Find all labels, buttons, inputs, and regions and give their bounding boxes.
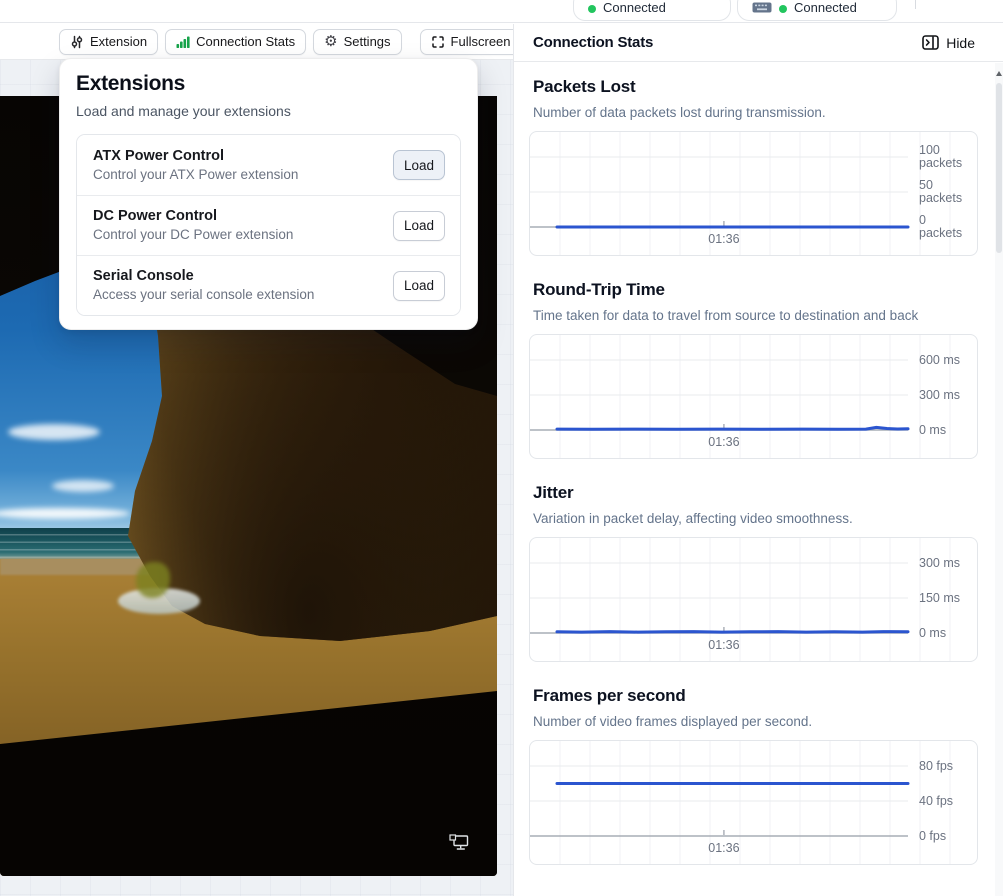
fps-section: Frames per second Number of video frames… [529,686,1003,865]
y-axis-tick-label: 300 ms [919,389,960,402]
extension-row-atx-power: ATX Power Control Control your ATX Power… [77,135,460,195]
extension-description: Control your ATX Power extension [93,166,393,184]
chart-subtitle: Time taken for data to travel from sourc… [533,307,1003,324]
connection-stats-body: Packets Lost Number of data packets lost… [514,63,1003,896]
video-moss [136,562,170,598]
action-toolbar: Extension Connection Stats ⚙ Settings [0,24,513,60]
round-trip-time-section: Round-Trip Time Time taken for data to t… [529,280,1003,459]
panel-scrollbar[interactable] [995,63,1003,896]
fullscreen-button[interactable]: Fullscreen [420,29,522,55]
hid-connected-label: Connected [794,0,857,15]
display-status-icon [449,834,469,851]
jitter-section: Jitter Variation in packet delay, affect… [529,483,1003,662]
packets-lost-section: Packets Lost Number of data packets lost… [529,77,1003,256]
connection-stats-button-label: Connection Stats [196,34,295,49]
fullscreen-button-label: Fullscreen [451,34,511,49]
extension-row-serial-console: Serial Console Access your serial consol… [77,255,460,315]
chart-subtitle: Variation in packet delay, affecting vid… [533,510,1003,527]
adjustments-icon [70,35,84,49]
y-axis-tick-label: 50packets [919,179,962,205]
video-connected-label: Connected [603,0,666,15]
load-atx-power-button[interactable]: Load [393,150,445,180]
extension-button-label: Extension [90,34,147,49]
signal-bars-icon [176,36,190,48]
extension-description: Control your DC Power extension [93,226,393,244]
hide-button-label: Hide [946,35,975,51]
round-trip-time-chart: 600 ms 300 ms 0 ms 01:36 [529,334,978,459]
hide-panel-button[interactable]: Hide [916,34,981,52]
extension-name: ATX Power Control [93,147,393,166]
chart-title: Round-Trip Time [533,280,1003,300]
x-axis-tick-label: 01:36 [684,232,764,246]
fullscreen-icon [431,35,445,49]
chart-title: Frames per second [533,686,1003,706]
x-axis-tick-label: 01:36 [684,435,764,449]
y-axis-tick-label: 0 fps [919,830,946,843]
video-connected-badge[interactable]: Connected [573,0,731,21]
video-cloud [8,424,100,440]
top-status-strip: Connected Connected [0,0,1003,23]
video-cloud [52,480,114,492]
cropped-control-edge [915,0,916,9]
y-axis-tick-label: 40 fps [919,795,953,808]
x-axis-tick-label: 01:36 [684,638,764,652]
packets-lost-chart: 100packets 50packets 0packets 01:36 [529,131,978,256]
extension-info: DC Power Control Control your DC Power e… [93,207,393,244]
chart-title: Packets Lost [533,77,1003,97]
connection-stats-title: Connection Stats [533,34,653,51]
gear-icon: ⚙ [324,34,337,49]
connection-stats-panel: Connection Stats Hide Packets Lost Numbe… [513,24,1003,896]
keyboard-icon [752,2,772,13]
extension-info: ATX Power Control Control your ATX Power… [93,147,393,184]
y-axis-tick-label: 80 fps [919,760,953,773]
settings-button-label: Settings [344,34,391,49]
hid-connected-badge[interactable]: Connected [737,0,897,21]
y-axis-tick-label: 0packets [919,214,962,240]
status-dot-icon [779,5,787,13]
y-axis-tick-label: 300 ms [919,557,960,570]
connection-stats-button[interactable]: Connection Stats [165,29,306,55]
extension-name: DC Power Control [93,207,393,226]
extension-row-dc-power: DC Power Control Control your DC Power e… [77,195,460,255]
panel-collapse-icon [922,35,939,50]
scrollbar-thumb[interactable] [996,83,1002,253]
extensions-popover-title: Extensions [76,72,461,96]
extensions-popover: Extensions Load and manage your extensio… [59,58,478,330]
extension-description: Access your serial console extension [93,286,393,304]
load-serial-console-button[interactable]: Load [393,271,445,301]
y-axis-tick-label: 600 ms [919,354,960,367]
extension-button[interactable]: Extension [59,29,158,55]
y-axis-tick-label: 0 ms [919,627,946,640]
status-dot-icon [588,5,596,13]
extension-list: ATX Power Control Control your ATX Power… [76,134,461,316]
chart-subtitle: Number of video frames displayed per sec… [533,713,1003,730]
x-axis-tick-label: 01:36 [684,841,764,855]
y-axis-tick-label: 100packets [919,144,962,170]
extension-info: Serial Console Access your serial consol… [93,267,393,304]
extension-name: Serial Console [93,267,393,286]
y-axis-tick-label: 0 ms [919,424,946,437]
settings-button[interactable]: ⚙ Settings [313,29,401,55]
load-dc-power-button[interactable]: Load [393,211,445,241]
chart-title: Jitter [533,483,1003,503]
y-axis-tick-label: 150 ms [919,592,960,605]
connection-stats-header: Connection Stats Hide [514,24,1003,62]
fps-chart: 80 fps 40 fps 0 fps 01:36 [529,740,978,865]
app-window: Connected Connected Extension [0,0,1003,896]
jitter-chart: 300 ms 150 ms 0 ms 01:36 [529,537,978,662]
extensions-popover-subtitle: Load and manage your extensions [76,102,461,120]
scrollbar-up-arrow[interactable] [996,71,1002,76]
chart-subtitle: Number of data packets lost during trans… [533,104,1003,121]
